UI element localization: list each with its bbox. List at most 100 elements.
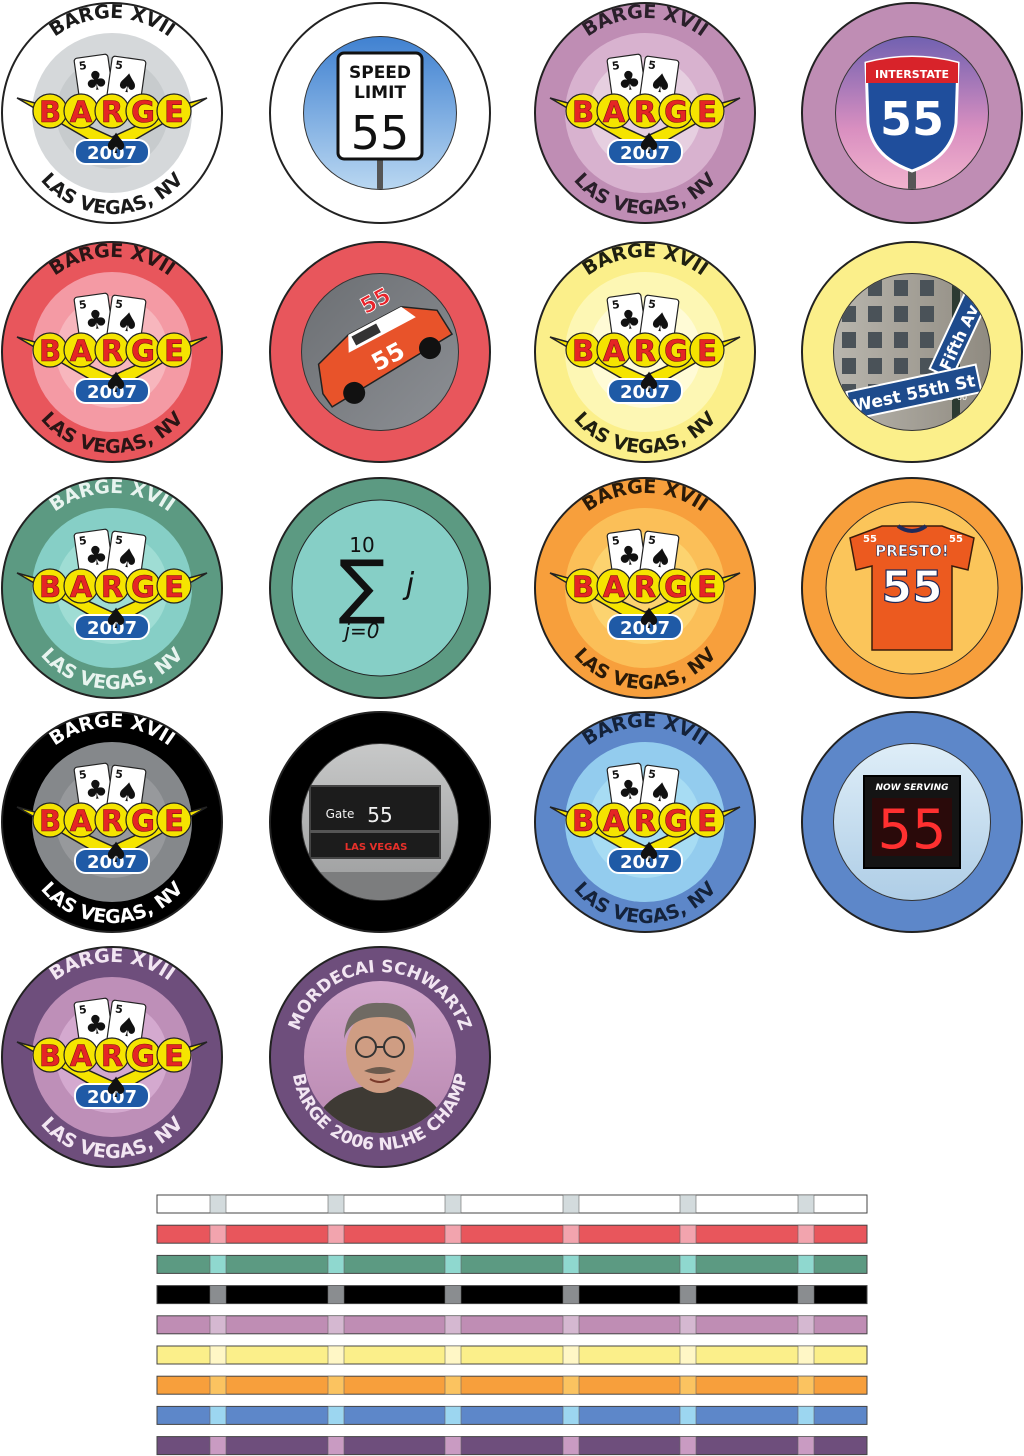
stripe-insert [327,1436,345,1455]
club-suit-icon: ♣ [616,774,643,807]
svg-text:R: R [101,570,123,604]
stripe-insert [679,1285,697,1304]
stripe-insert [209,1345,227,1365]
stripe-insert [562,1345,580,1365]
svg-text:E: E [697,570,717,604]
svg-text:E: E [164,804,184,838]
stripe-insert [327,1285,345,1304]
club-suit-icon: ♣ [616,540,643,573]
chip-interstate: INTERSTATE 55 [801,2,1023,224]
svg-text:55: 55 [351,106,410,160]
svg-text:B: B [39,804,61,838]
svg-text:A: A [70,1039,93,1073]
stripe-insert [797,1436,815,1455]
svg-text:A: A [70,804,93,838]
stripe-insert [209,1315,227,1335]
logo-chip-red: BARGE XVIILAS VEGAS, NV5♣ 5♠B A R G E2007♠ [1,240,223,463]
stripe-insert [562,1255,580,1274]
svg-text:55: 55 [367,803,392,827]
logo-chip-blue: BARGE XVIILAS VEGAS, NV5♣ 5♠B A R G E2007♠ [534,710,756,933]
edge-stripe-strips [156,1194,868,1456]
spade-icon: ♠ [103,602,128,635]
stripe-strip-orange [156,1375,868,1395]
svg-text:LIMIT: LIMIT [354,83,406,103]
spade-icon: ♠ [103,836,128,869]
spade-icon: ♠ [103,127,128,160]
svg-text:R: R [101,95,123,129]
svg-text:R: R [634,334,656,368]
stripe-insert [797,1375,815,1395]
stripe-insert [209,1224,227,1244]
stripe-insert [444,1255,462,1274]
svg-text:R: R [634,804,656,838]
svg-text:E: E [697,334,717,368]
stripe-insert [562,1375,580,1395]
chip-champion: MORDECAI SCHWARTZBARGE 2006 NLHE CHAMP [269,946,491,1168]
club-suit-icon: ♣ [83,774,110,807]
stripe-insert [209,1406,227,1425]
logo-chip-purple: BARGE XVIILAS VEGAS, NV5♣ 5♠B A R G E2007♠ [534,1,756,224]
svg-text:B: B [572,95,594,129]
logo-chip-yellow: BARGE XVIILAS VEGAS, NV5♣ 5♠B A R G E2007♠ [534,240,756,463]
chip-summation: 10∑ jj=0 [269,477,491,699]
spade-icon: ♠ [103,366,128,399]
stripe-strip-green [156,1254,868,1274]
svg-text:NOW SERVING: NOW SERVING [875,783,948,793]
svg-text:55: 55 [878,798,947,861]
svg-text:B: B [39,570,61,604]
chip-speed-limit: SPEEDLIMIT 55 [269,2,491,224]
svg-text:LAS VEGAS: LAS VEGAS [345,842,408,853]
stripe-strip-red [156,1224,868,1244]
stripe-insert [444,1224,462,1244]
spade-icon: ♠ [636,602,661,635]
svg-text:R: R [634,95,656,129]
stripe-insert [327,1255,345,1274]
stripe-insert [327,1194,345,1214]
svg-text:G: G [131,1039,155,1073]
svg-text:E: E [697,804,717,838]
svg-text:G: G [664,95,688,129]
svg-text:j=0: j=0 [341,619,379,643]
stripe-insert [209,1436,227,1455]
stripe-insert [679,1375,697,1395]
stripe-insert [444,1194,462,1214]
stripe-strip-purple [156,1315,868,1335]
svg-text:B: B [39,334,61,368]
stripe-insert [444,1315,462,1335]
svg-text:INTERSTATE: INTERSTATE [875,68,949,81]
stripe-insert [444,1375,462,1395]
stripe-strip-white [156,1194,868,1214]
svg-text:A: A [70,570,93,604]
chip-now-serving: NOW SERVING 55 [801,711,1023,933]
svg-text:E: E [164,1039,184,1073]
barge-wordmark: BARGE [32,332,192,368]
spade-icon: ♠ [636,127,661,160]
logo-chip-black: BARGE XVIILAS VEGAS, NV5♣ 5♠B A R G E2007♠ [1,710,223,933]
logo-chip-green: BARGE XVIILAS VEGAS, NV5♣ 5♠B A R G E2007♠ [1,476,223,699]
club-suit-icon: ♣ [616,304,643,337]
stripe-insert [679,1224,697,1244]
svg-text:Gate: Gate [326,807,355,821]
svg-text:55: 55 [949,534,963,545]
svg-text:A: A [603,334,626,368]
svg-text:R: R [634,570,656,604]
chip-race-car: 5555 [269,241,491,463]
stripe-insert [797,1255,815,1274]
barge-wordmark: BARGE [32,802,192,838]
chip-airport-gate: Gate 55 LAS VEGAS [269,711,491,933]
svg-text:G: G [664,334,688,368]
barge-wordmark: BARGE [32,1037,192,1073]
barge-wordmark: BARGE [565,93,725,129]
logo-chip-white: BARGE XVIILAS VEGAS, NV5♣ 5♠B A R G E2007♠ [1,1,223,224]
svg-text:G: G [131,804,155,838]
svg-text:PRESTO!: PRESTO! [875,542,948,560]
stripe-strip-plum [156,1436,868,1456]
logo-chip-plum: BARGE XVIILAS VEGAS, NV5♣ 5♠B A R G E2007♠ [1,945,223,1168]
barge-wordmark: BARGE [32,93,192,129]
svg-text:SPEED: SPEED [349,63,411,83]
spade-icon: ♠ [636,366,661,399]
club-suit-icon: ♣ [83,304,110,337]
stripe-insert [797,1285,815,1304]
svg-text:B: B [572,334,594,368]
barge-wordmark: BARGE [565,802,725,838]
